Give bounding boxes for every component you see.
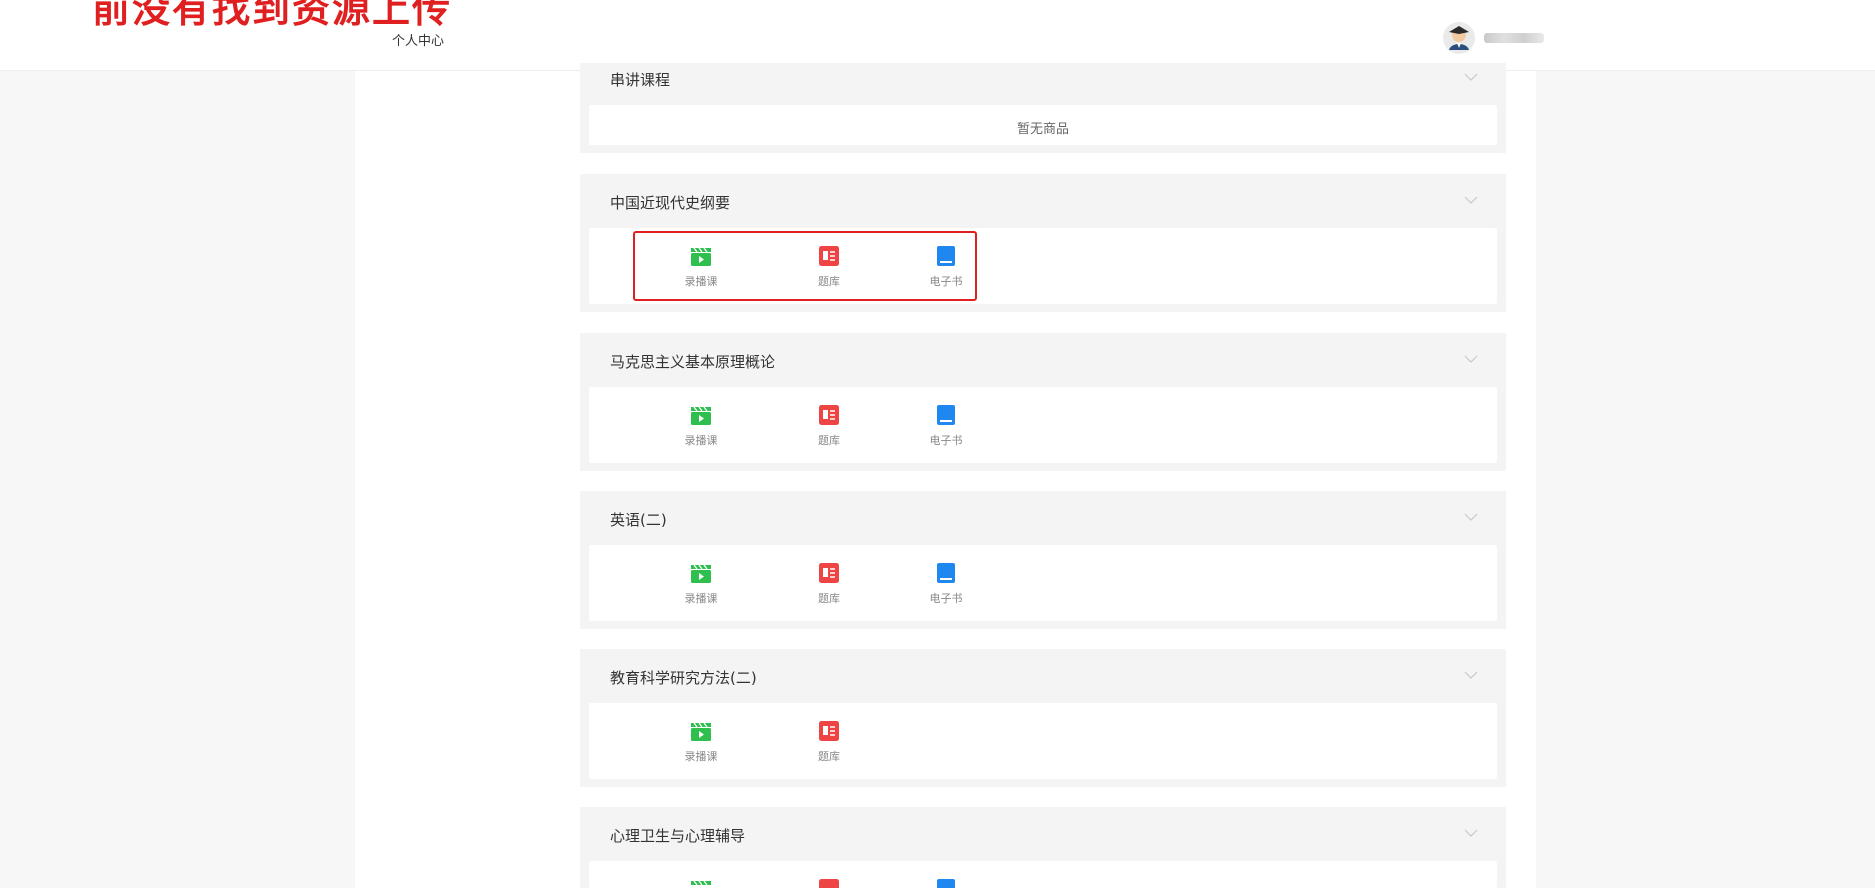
empty-state-text: 暂无商品 [1016, 122, 1069, 137]
video-clapper-icon [691, 564, 711, 583]
chevron-down-icon[interactable] [1464, 196, 1478, 204]
section-title: 心理卫生与心理辅导 [610, 827, 746, 845]
left-gutter [0, 71, 10, 888]
resource-ebook[interactable]: 电子书 [906, 404, 986, 448]
course-section-education-research-methods[interactable]: 教育科学研究方法(二) 录播课 题库 [580, 649, 1506, 787]
course-section-mental-health-counseling[interactable]: 心理卫生与心理辅导 [580, 807, 1506, 888]
section-content: 录播课 题库 电子书 [589, 545, 1497, 621]
section-content: 录播课 题库 电子书 [589, 387, 1497, 463]
section-content: 暂无商品 [589, 105, 1497, 145]
resource-question-bank[interactable]: 题库 [789, 562, 869, 606]
section-title: 英语(二) [610, 511, 667, 529]
section-content [589, 861, 1497, 888]
username-redacted [1484, 33, 1544, 43]
resource-recorded-course[interactable]: 录播课 [661, 720, 741, 764]
resource-label: 电子书 [929, 434, 963, 447]
resource-label: 录播课 [684, 592, 718, 605]
video-clapper-icon[interactable] [689, 878, 713, 888]
question-bank-icon[interactable] [817, 878, 841, 888]
highlight-annotation-box [633, 231, 977, 301]
section-title: 教育科学研究方法(二) [610, 669, 757, 687]
course-section-marxism-principles[interactable]: 马克思主义基本原理概论 录播课 题库 电子书 [580, 333, 1506, 471]
resource-label: 题库 [818, 434, 840, 447]
question-bank-icon [819, 405, 839, 425]
left-background-panel [10, 71, 355, 888]
resource-label: 录播课 [684, 434, 718, 447]
course-section-lecture-series[interactable]: 串讲课程 暂无商品 [580, 63, 1506, 153]
resource-ebook[interactable]: 电子书 [906, 562, 986, 606]
sidebar [355, 71, 532, 888]
section-title: 中国近现代史纲要 [610, 194, 731, 212]
chevron-down-icon[interactable] [1464, 671, 1478, 679]
resource-label: 题库 [818, 592, 840, 605]
course-section-english-two[interactable]: 英语(二) 录播课 题库 电子书 [580, 491, 1506, 629]
section-content: 录播课 题库 [589, 703, 1497, 779]
right-background-panel [1536, 71, 1875, 888]
resource-question-bank[interactable]: 题库 [789, 404, 869, 448]
chevron-down-icon[interactable] [1464, 513, 1478, 521]
resource-recorded-course[interactable]: 录播课 [661, 562, 741, 606]
video-clapper-icon [691, 406, 711, 425]
resource-question-bank[interactable]: 题库 [789, 720, 869, 764]
ebook-icon [937, 563, 955, 583]
avatar[interactable] [1443, 22, 1475, 54]
chevron-down-icon[interactable] [1464, 73, 1478, 81]
question-bank-icon [819, 721, 839, 741]
question-bank-icon [819, 563, 839, 583]
video-clapper-icon [691, 722, 711, 741]
chevron-down-icon[interactable] [1464, 355, 1478, 363]
resource-label: 录播课 [684, 750, 718, 763]
resource-label: 题库 [818, 750, 840, 763]
ebook-icon [937, 405, 955, 425]
ebook-icon[interactable] [934, 878, 958, 888]
overlay-banner-text: 前没有找到资源上传 [92, 0, 453, 31]
resource-recorded-course[interactable]: 录播课 [661, 404, 741, 448]
section-title: 串讲课程 [610, 71, 671, 89]
resource-label: 电子书 [929, 592, 963, 605]
section-title: 马克思主义基本原理概论 [610, 353, 776, 371]
chevron-down-icon[interactable] [1464, 829, 1478, 837]
